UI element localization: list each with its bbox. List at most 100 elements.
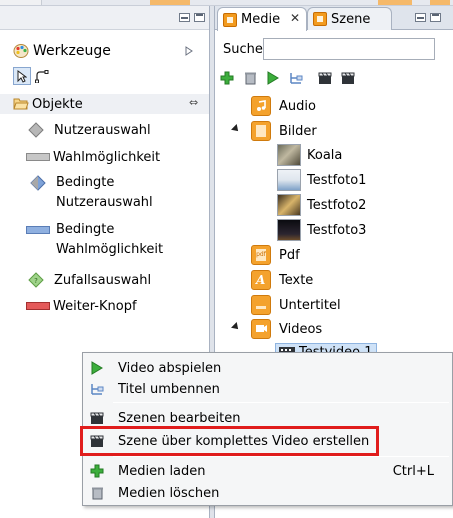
select-tool-icon[interactable] [13,67,31,85]
search-input[interactable] [263,38,435,60]
media-view-tabbar: Medie ✕ Szene [215,6,453,31]
audio-folder-icon [251,96,271,116]
editor-tab-fragment-orange[interactable] [430,0,450,5]
palette-item-label: Bedingte [56,222,115,237]
palette-item-label: Weiter-Knopf [53,298,137,314]
palette-item-label: Wahlmöglichkeit [53,149,161,165]
tree-item-label: Testfoto2 [307,197,367,213]
menu-item-video-abspielen[interactable]: Video abspielen [83,357,452,379]
tree-item-testfoto2[interactable]: Testfoto2 [277,193,366,217]
trash-icon[interactable] [242,70,258,86]
blue-bar-icon [26,226,50,234]
objects-drawer-header[interactable]: Objekte ⇔ [0,94,209,114]
trash-icon [89,485,105,501]
palette-item-wahlmoeglichkeit[interactable]: Wahlmöglichkeit [26,147,160,167]
tree-item-pdf[interactable]: pdf Pdf [251,244,300,266]
search-label: Suche [223,42,263,57]
clapper-icon[interactable] [317,70,333,86]
video-folder-icon [251,319,271,339]
palette-item-label: Bedingte [56,175,115,190]
menu-item-label: Medien laden [118,463,206,479]
palette-item-label: Zufallsauswahl [54,272,152,288]
clapper-icon[interactable] [340,70,356,86]
palette-item-bedingte-nutzerauswahl[interactable]: Bedingte Nutzerauswahl [26,174,206,216]
pdf-icon: pdf [251,245,271,265]
tree-item-koala[interactable]: Koala [277,143,342,167]
open-folder-icon [13,98,29,110]
tree-item-label: Testfoto3 [307,222,367,238]
tree-item-audio[interactable]: Audio [251,95,316,117]
koala-thumbnail [277,144,301,166]
clapper-icon [89,410,105,426]
minimize-icon[interactable] [179,13,190,22]
menu-item-medien-laden[interactable]: Medien laden Ctrl+L [83,460,452,482]
palette-item-nutzerauswahl[interactable]: Nutzerauswahl [26,120,151,140]
editor-tab-fragment-orange[interactable] [378,0,412,5]
play-icon[interactable] [265,70,281,86]
highlight-box [80,426,379,456]
tab-label: Szene [331,11,371,27]
menu-separator [113,402,449,403]
svg-text:?: ? [34,277,38,285]
editor-tab-fragment[interactable] [0,0,42,5]
rename-icon [89,381,105,397]
expanded-twisty-icon[interactable] [231,124,241,134]
expanded-twisty-icon[interactable] [231,322,241,332]
tree-item-untertitel[interactable]: Untertitel [251,294,341,316]
menu-item-shortcut: Ctrl+L [392,463,434,479]
menu-item-label: Szenen bearbeiten [118,410,241,426]
maximize-icon[interactable] [194,13,205,22]
menu-item-label: Video abspielen [118,360,222,376]
menu-separator [113,456,449,457]
tree-item-texte[interactable]: A Texte [251,269,313,291]
tree-item-label: Pdf [279,247,300,263]
tab-szene[interactable]: Szene [307,7,392,30]
tree-item-label: Untertitel [279,297,341,313]
tab-medie[interactable]: Medie ✕ [217,7,307,31]
photo-thumbnail [277,194,301,216]
connection-tool-icon[interactable] [33,67,51,85]
palette-item-label: Wahlmöglichkeit [56,242,164,257]
collapse-arrow-icon[interactable] [185,46,193,56]
palette-item-weiter-knopf[interactable]: Weiter-Knopf [26,296,137,316]
media-tab-icon [223,12,237,27]
tab-label: Medie [241,12,281,27]
tree-item-label: Koala [307,147,343,163]
gray-bar-icon [26,153,50,161]
palette-item-zufallsauswahl[interactable]: ? Zufallsauswahl [26,270,151,290]
maximize-icon[interactable] [430,13,441,22]
drawer-toggle-icon[interactable]: ⇔ [189,96,198,109]
selection-tools [13,66,51,86]
editor-tab-fragment-orange[interactable] [150,0,190,5]
palette-title: Werkzeuge [33,43,111,59]
menu-item-label: Titel umbennen [118,381,220,397]
gray-diamond-icon [28,122,44,138]
tree-item-label: Texte [279,272,314,288]
add-icon [89,463,105,479]
red-button-icon [26,302,50,310]
tree-item-label: Testfoto1 [307,172,367,188]
scene-tab-icon [313,12,327,26]
tree-item-videos[interactable]: Videos [251,318,322,340]
media-toolbar [219,68,363,88]
play-icon [89,360,105,376]
tree-item-testfoto1[interactable]: Testfoto1 [277,168,366,192]
tree-item-testfoto3[interactable]: Testfoto3 [277,218,366,242]
menu-item-medien-loeschen[interactable]: Medien löschen [83,482,452,504]
palette-icon [13,44,29,58]
add-icon[interactable] [219,70,235,86]
image-folder-icon [251,121,271,141]
photo-thumbnail [277,219,301,241]
minimize-icon[interactable] [415,13,426,22]
objects-title: Objekte [32,96,83,112]
palette-item-label: Nutzerauswahl [54,122,151,138]
palette-header[interactable]: Werkzeuge [13,41,203,61]
palette-item-bedingte-wahlmoeglichkeit[interactable]: Bedingte Wahlmöglichkeit [26,221,206,263]
tree-item-label: Videos [279,321,323,337]
menu-item-titel-umbennen[interactable]: Titel umbennen [83,378,452,400]
blue-diamond-icon [30,175,46,191]
close-icon[interactable]: ✕ [290,11,300,25]
text-icon: A [251,270,271,290]
rename-icon[interactable] [288,70,304,86]
tree-item-bilder[interactable]: Bilder [251,120,317,142]
